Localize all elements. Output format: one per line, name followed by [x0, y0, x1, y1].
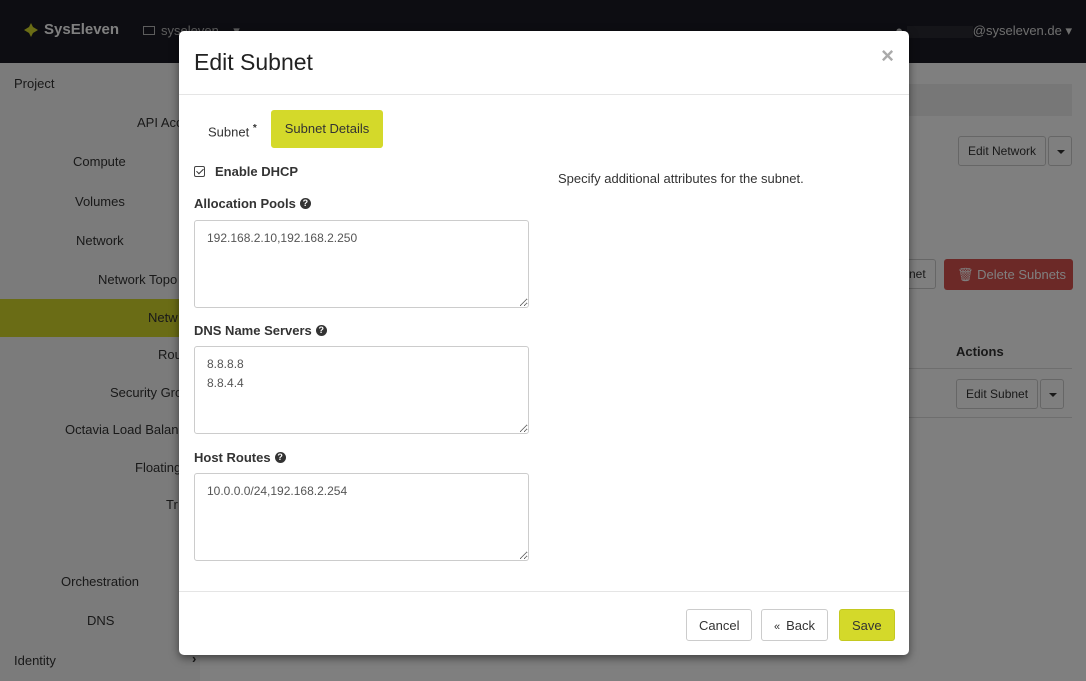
- enable-dhcp-label: Enable DHCP: [215, 164, 299, 179]
- required-marker: *: [252, 123, 257, 134]
- allocation-pools-textarea[interactable]: 192.168.2.10,192.168.2.250: [194, 220, 529, 308]
- host-routes-label-text: Host Routes: [194, 450, 271, 465]
- help-icon[interactable]: ?: [274, 452, 286, 463]
- close-icon[interactable]: ×: [881, 43, 894, 69]
- tab-subnet-label: Subnet: [208, 124, 250, 140]
- modal-footer: Cancel « Back Save: [179, 591, 909, 655]
- subnet-details-description: Specify additional attributes for the su…: [558, 171, 804, 186]
- help-icon[interactable]: ?: [299, 198, 311, 209]
- edit-subnet-modal: Edit Subnet × Subnet * Subnet Details En…: [179, 31, 909, 655]
- dns-name-servers-label-text: DNS Name Servers: [194, 323, 312, 338]
- enable-dhcp-checkbox[interactable]: [194, 166, 205, 177]
- back-button[interactable]: « Back: [761, 609, 829, 641]
- allocation-pools-label-text: Allocation Pools: [194, 196, 296, 211]
- back-button-label: Back: [786, 617, 816, 633]
- modal-header: Edit Subnet ×: [179, 31, 909, 95]
- host-routes-label: Host Routes ?: [194, 450, 286, 465]
- save-button[interactable]: Save: [839, 609, 895, 641]
- allocation-pools-label: Allocation Pools ?: [194, 196, 311, 211]
- enable-dhcp-row[interactable]: Enable DHCP: [194, 164, 298, 179]
- tab-subnet-details[interactable]: Subnet Details: [270, 110, 384, 148]
- host-routes-textarea[interactable]: 10.0.0.0/24,192.168.2.254: [194, 473, 529, 561]
- help-icon[interactable]: ?: [315, 325, 327, 336]
- tab-subnet[interactable]: Subnet *: [194, 110, 271, 148]
- double-chevron-left-icon: «: [774, 620, 781, 633]
- cancel-button[interactable]: Cancel: [686, 609, 753, 641]
- wizard-tabs: Subnet * Subnet Details: [194, 110, 384, 148]
- modal-title: Edit Subnet: [194, 49, 313, 75]
- dns-name-servers-textarea[interactable]: 8.8.8.8 8.8.4.4: [194, 346, 529, 434]
- dns-name-servers-label: DNS Name Servers ?: [194, 323, 327, 338]
- tab-subnet-details-label: Subnet Details: [284, 121, 370, 136]
